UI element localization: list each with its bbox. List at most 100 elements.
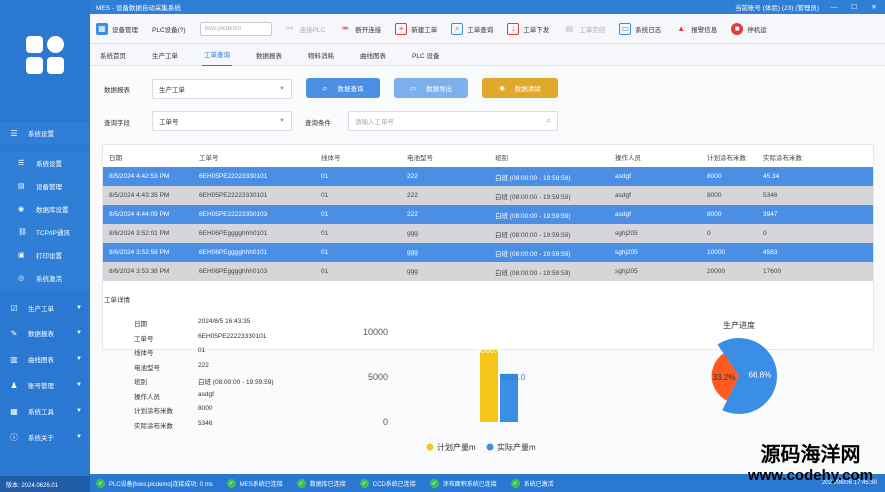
chevron-down-icon: ▼: [76, 382, 82, 388]
button-label: 数据清除: [514, 86, 541, 93]
tab-home[interactable]: 系统首页: [98, 44, 128, 66]
system-log-button[interactable]: ▭ 系统日志: [619, 22, 661, 35]
export-button[interactable]: ▭ 数据导出: [394, 78, 468, 98]
menu-icon: ☰: [10, 128, 18, 138]
query-field-select[interactable]: 工单号 ▼: [152, 111, 292, 131]
nav-group-accounts[interactable]: ♟ 账号管理 ▼: [0, 374, 90, 396]
nav-group-report[interactable]: ✎ 数据报表 ▼: [0, 322, 90, 344]
nav-item-database[interactable]: ◉ 数据库设置: [0, 198, 90, 220]
main-content: 数据报表 生产工单 ▼ 查询字段 工单号 ▼ 查询条件 请输入工单号 ⌕ ⌕ 数据查询 …: [90, 66, 885, 474]
detail-value: 2024/8/5 16:43:35: [198, 318, 251, 325]
connect-plc-button[interactable]: ⚯ 连接PLC: [284, 23, 325, 35]
pie-label: 33.2%: [713, 373, 736, 382]
nav-item-activate[interactable]: ◎ 系统激活: [0, 267, 90, 289]
detail-label: 电池型号: [134, 364, 160, 372]
check-icon: ✓: [226, 478, 236, 488]
disconnect-button[interactable]: ⚮ 断开连接: [339, 23, 381, 35]
database-icon: ◉: [18, 206, 25, 213]
check-icon: ✓: [96, 478, 105, 488]
clear-button[interactable]: ◉ 数据清除: [482, 78, 558, 98]
status-item: ✓ 数据库已连接: [296, 478, 346, 488]
chevron-down-icon: ▼: [76, 434, 82, 440]
detail-value: 白班 (08:00:00 - 19:59:59): [198, 379, 274, 386]
tab-plc-device[interactable]: PLC 设备: [410, 44, 441, 66]
table-cell: 8/6/2024 3:52:01 PM: [109, 230, 170, 237]
link-icon: ⚯: [286, 24, 293, 33]
detail-label: 日期: [134, 321, 147, 328]
stop-run-button[interactable]: ■ 停机运: [731, 22, 767, 35]
minimize-button[interactable]: —: [829, 4, 839, 11]
tab-bar: 系统首页 生产工单 工单查询 数据报表 物料消耗 曲线图表 PLC 设备: [90, 43, 885, 67]
y-tick-label: 0: [383, 417, 388, 427]
nav-group-charts[interactable]: ▥ 曲线图表 ▼: [0, 348, 90, 370]
column-header: 工单号: [199, 154, 219, 162]
button-label: 工单查询: [467, 26, 494, 34]
button-label: 工单下发: [523, 26, 550, 34]
order-query-button[interactable]: ⌕ 工单查询: [451, 22, 494, 35]
nav-group-tools[interactable]: ▦ 系统工具 ▼: [0, 400, 90, 422]
query-button[interactable]: ⌕ 数据查询: [306, 78, 380, 98]
tab-report[interactable]: 数据报表: [254, 44, 284, 66]
device-icon: ▦: [96, 22, 108, 35]
add-icon: +: [395, 22, 408, 35]
nav-item-system-settings[interactable]: ☰ 系统设置: [0, 152, 90, 174]
table-cell: ggg: [407, 230, 418, 237]
table-cell: 白班 (08:00:00 - 19:59:59): [495, 231, 571, 239]
table-cell: 白班 (08:00:00 - 19:59:59): [495, 212, 571, 220]
nav-group-system-settings[interactable]: ☰ 系统设置: [0, 122, 90, 144]
table-row[interactable]: 8/6/2024 3:52:58 PM 6EH06PEgggghhh0101 01 g…: [103, 243, 873, 262]
toolbar: ▦ 设备管理 PLC设备(?) fxws;plcdemo ⚯ 连接PLC ⚮ 断开连接…: [90, 14, 885, 44]
nav-item-device-manage[interactable]: ▤ 设备管理: [0, 175, 90, 197]
button-label: 新建工单: [411, 26, 438, 34]
detail-title: 工单详情: [104, 297, 130, 304]
nav-group-about[interactable]: ⓘ 系统关于 ▼: [0, 426, 90, 448]
tab-order-query[interactable]: 工单查询: [202, 43, 232, 67]
clear-icon: ◉: [499, 85, 505, 92]
table-cell: 8/6/2024 3:53:38 PM: [109, 268, 170, 275]
alarm-info-button[interactable]: ▲ 报警信息: [675, 23, 717, 35]
table-row[interactable]: 8/6/2024 3:53:38 PM 6EH06PEgggghhh0103 01 g…: [103, 262, 873, 281]
close-button[interactable]: ✕: [869, 3, 879, 11]
column-header: 线体号: [321, 154, 341, 162]
table-cell: 8/5/2024 4:43:35 PM: [109, 192, 170, 199]
chart-icon: ▥: [10, 354, 18, 364]
tab-charts[interactable]: 曲线图表: [358, 44, 388, 66]
table-cell: 6EH06PEgggghhh0103: [199, 268, 268, 275]
nav-item-tcpip[interactable]: ⛓ TCP/IP通讯: [0, 221, 90, 243]
button-label: 数据导出: [426, 86, 453, 93]
table-row[interactable]: 8/5/2024 4:43:35 PM 6EH05PE22223330101 01 2…: [103, 186, 873, 205]
device-manage-button[interactable]: ▦ 设备管理: [96, 22, 138, 35]
list-icon: ☰: [18, 160, 25, 167]
new-order-button[interactable]: + 新建工单: [395, 22, 438, 35]
button-label: 报警信息: [691, 26, 718, 34]
query-condition-input[interactable]: 请输入工单号 ⌕: [348, 111, 558, 131]
chevron-down-icon: ▼: [76, 330, 82, 336]
table-row[interactable]: 8/5/2024 4:44:09 PM 6EH05PE22223350103 01 2…: [103, 205, 873, 224]
status-text: 数据库已连接: [309, 481, 346, 488]
order-done-button[interactable]: ▤ 工单完结: [563, 23, 605, 35]
table-row[interactable]: 8/6/2024 3:52:01 PM 6EH06PEgggghhh0101 01 g…: [103, 224, 873, 243]
nav-item-print[interactable]: ▣ 打印设置: [0, 244, 90, 266]
column-header: 日期: [109, 154, 122, 162]
column-header: 实际涂布米数: [763, 154, 802, 162]
app-logo: [26, 36, 64, 74]
table-cell: 白班 (08:00:00 - 19:59:59): [495, 250, 571, 258]
report-select[interactable]: 生产工单 ▼: [152, 79, 292, 99]
device-icon: ▤: [18, 183, 25, 190]
table-cell: 白班 (08:00:00 - 19:59:59): [495, 193, 571, 201]
chevron-down-icon: ▼: [279, 86, 285, 92]
tab-material[interactable]: 物料消耗: [306, 44, 336, 66]
tab-production-order[interactable]: 生产工单: [150, 44, 180, 66]
status-text: MES系统已连接: [239, 481, 283, 488]
legend-marker: [426, 443, 434, 451]
table-row[interactable]: 8/5/2024 4:42:53 PM 6EH05PE22223330101 01 2…: [103, 167, 873, 186]
plc-device-select[interactable]: fxws;plcdemo: [199, 21, 272, 36]
maximize-button[interactable]: ☐: [849, 3, 859, 11]
nav-group-production[interactable]: ☑ 生产工单 ▼: [0, 297, 90, 319]
status-text: PLC设备[fxws;plcdemo]连接成功: 0 ms: [109, 481, 213, 488]
order-issue-button[interactable]: ↓ 工单下发: [507, 22, 550, 35]
check-icon: ✓: [359, 478, 369, 488]
status-text: CCD系统已连接: [372, 481, 416, 488]
table-cell: asdgf: [615, 192, 631, 199]
log-icon: ▭: [619, 22, 632, 35]
